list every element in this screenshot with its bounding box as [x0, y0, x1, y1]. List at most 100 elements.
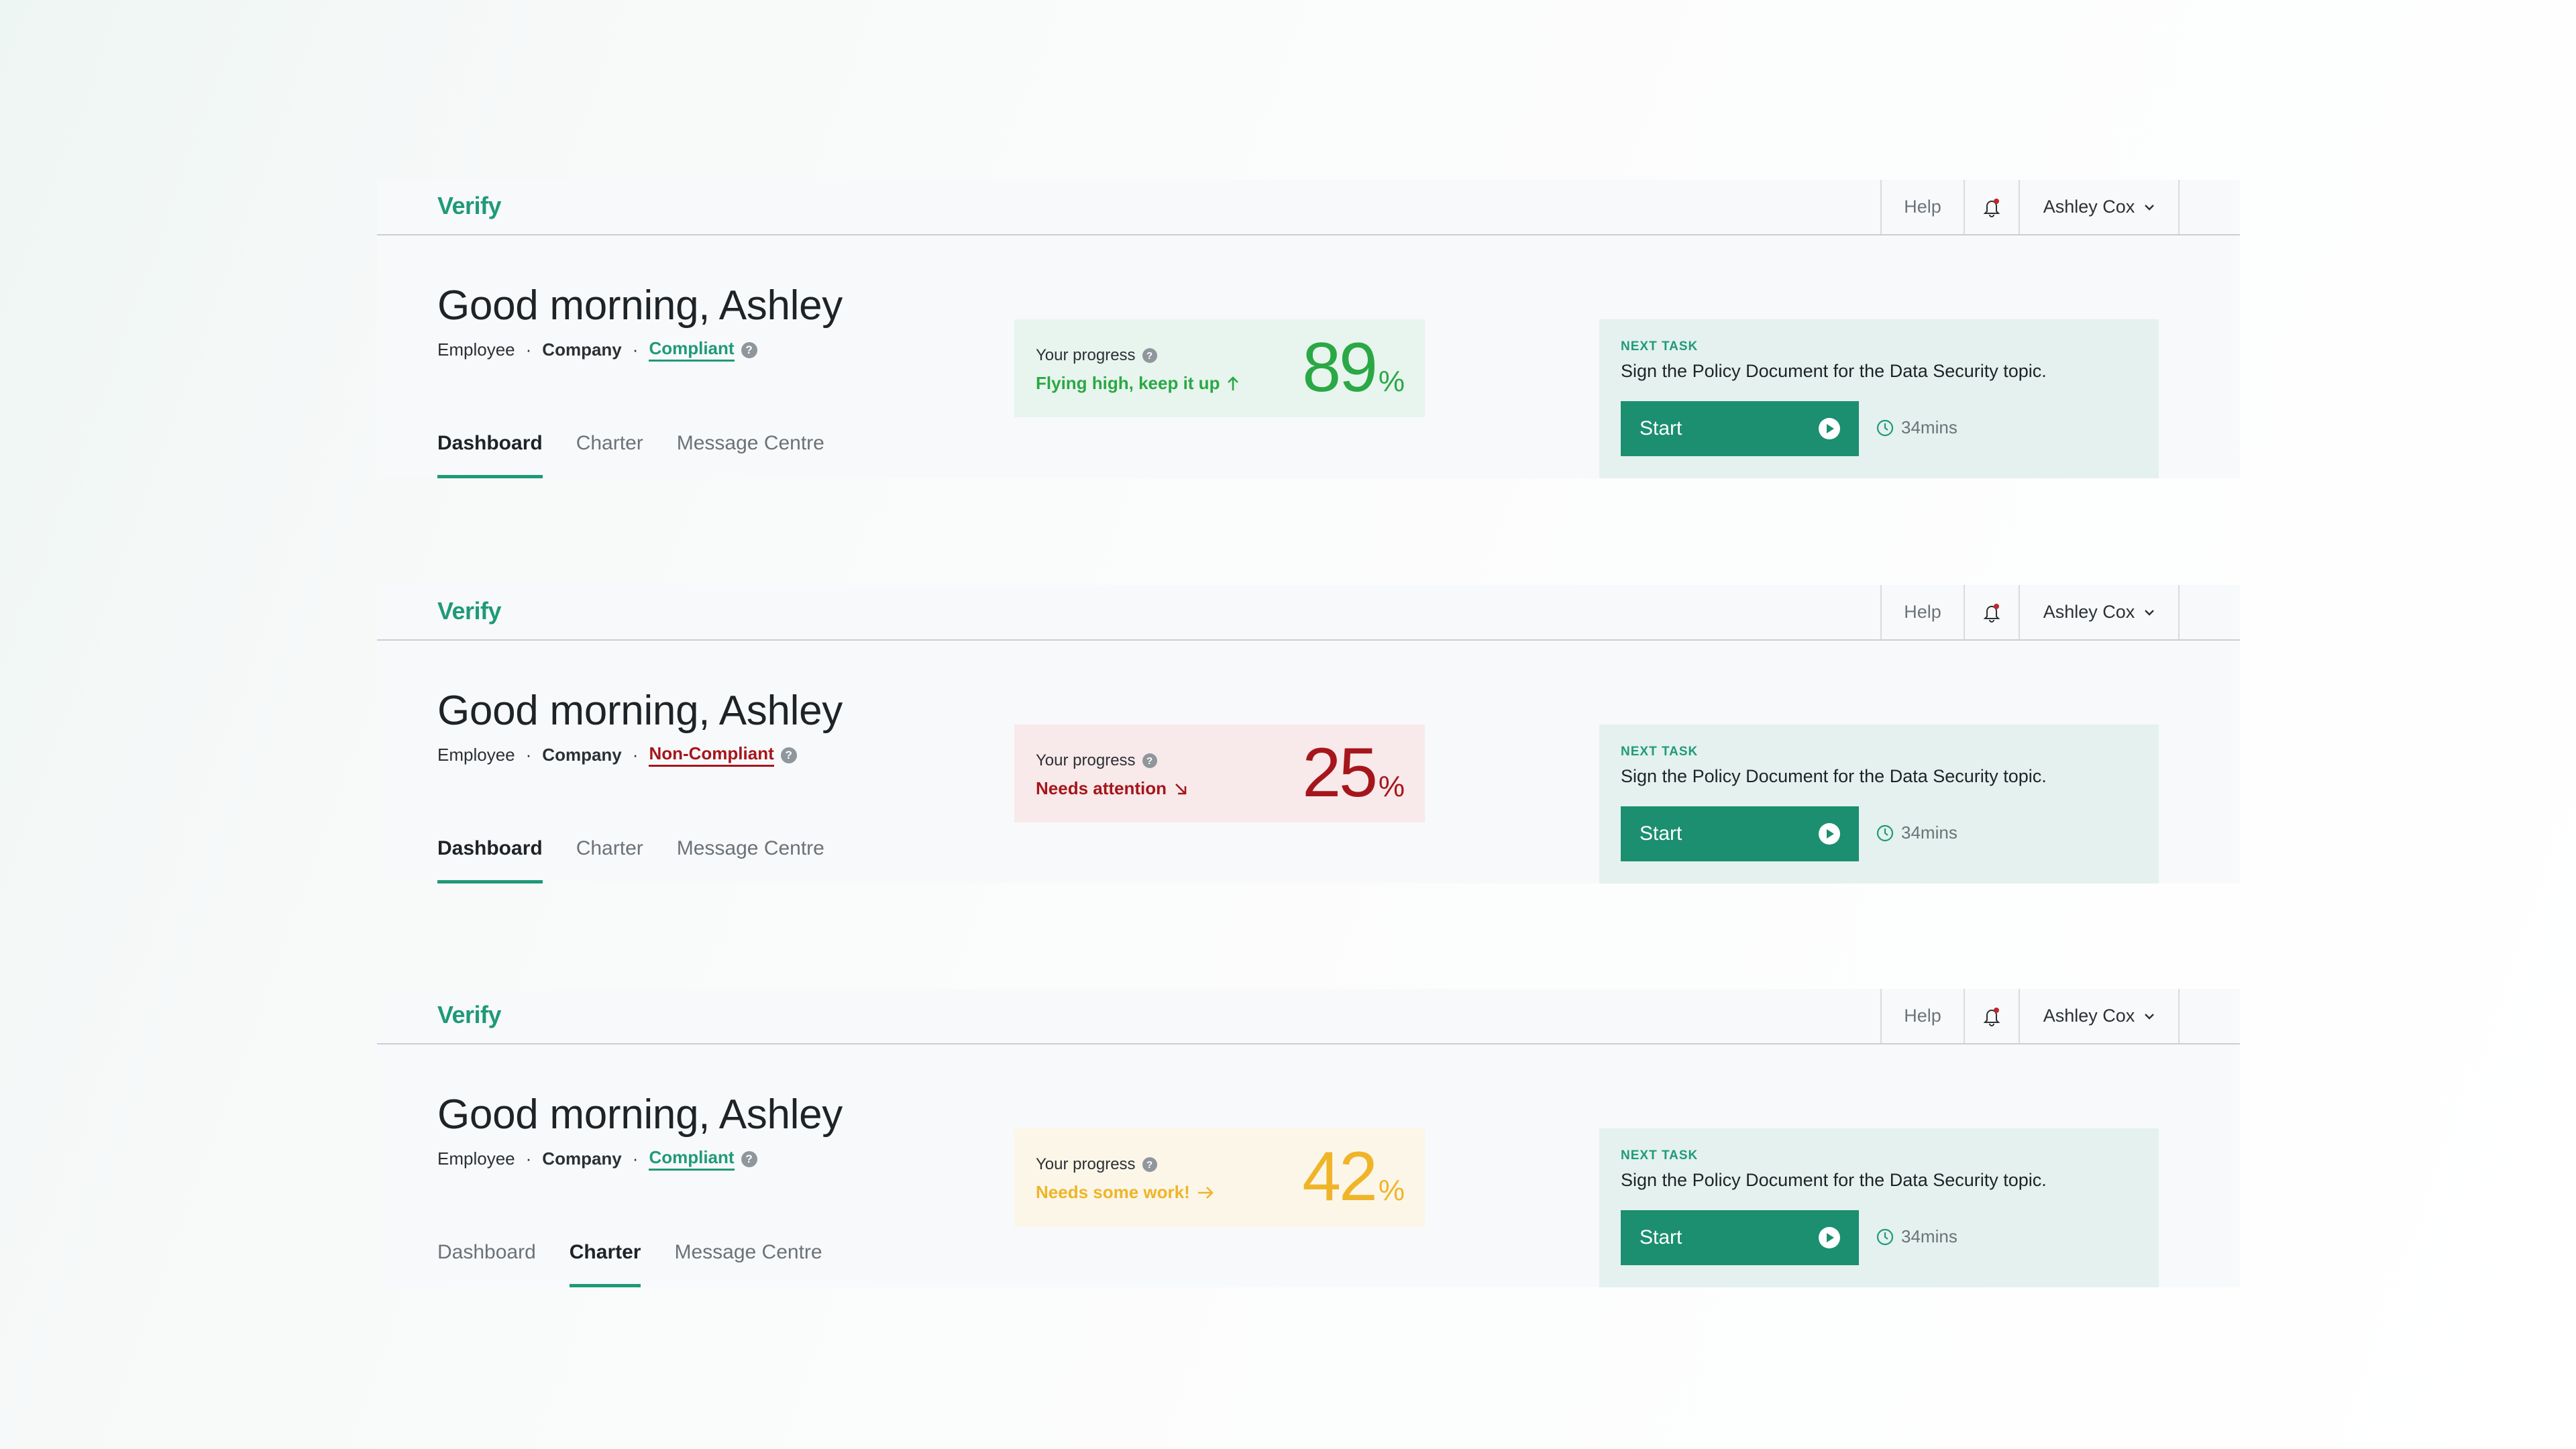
- tab-dashboard[interactable]: Dashboard: [437, 837, 543, 883]
- compliance-status-link[interactable]: Non-Compliant: [649, 743, 774, 767]
- user-menu[interactable]: Ashley Cox: [2020, 180, 2178, 234]
- page-greeting: Good morning, Ashley: [437, 1091, 843, 1138]
- duration-text: 34mins: [1901, 1226, 1957, 1246]
- chevron-down-icon: [2145, 609, 2155, 616]
- help-link[interactable]: Help: [1882, 180, 1965, 234]
- progress-message: Flying high, keep it up: [1036, 373, 1220, 393]
- user-meta: Employee · Company · Compliant ?: [437, 1147, 757, 1171]
- progress-message-row: Needs attention: [1036, 778, 1188, 799]
- user-meta: Employee · Company · Non-Compliant ?: [437, 743, 797, 767]
- dashboard-header-panel: Verify Help Ashley Cox Good morning, Ash…: [377, 585, 2240, 883]
- user-name: Ashley Cox: [2043, 602, 2135, 622]
- question-icon[interactable]: ?: [1142, 753, 1157, 768]
- progress-percentage: 25%: [1302, 738, 1405, 808]
- top-navbar: Verify Help Ashley Cox: [377, 989, 2240, 1044]
- main-tabs: Dashboard Charter Message Centre: [437, 1241, 822, 1287]
- start-task-button[interactable]: Start: [1621, 806, 1859, 861]
- arrow-up-icon: [1228, 376, 1239, 390]
- user-company: Company: [542, 1148, 622, 1169]
- progress-label-row: Your progress ?: [1036, 751, 1157, 770]
- play-icon: [1819, 823, 1840, 845]
- user-name: Ashley Cox: [2043, 197, 2135, 217]
- tab-message-centre[interactable]: Message Centre: [674, 1241, 822, 1287]
- clock-icon: [1876, 824, 1894, 841]
- tab-dashboard[interactable]: Dashboard: [437, 1241, 536, 1287]
- progress-card: Your progress ? Needs attention 25%: [1014, 724, 1425, 822]
- duration-text: 34mins: [1901, 822, 1957, 843]
- next-task-caption: NEXT TASK: [1621, 745, 1699, 759]
- page-greeting: Good morning, Ashley: [437, 688, 843, 734]
- next-task-description: Sign the Policy Document for the Data Se…: [1621, 1170, 2047, 1190]
- tab-message-centre[interactable]: Message Centre: [677, 432, 824, 478]
- play-icon: [1819, 1227, 1840, 1248]
- question-icon[interactable]: ?: [741, 1150, 757, 1167]
- next-task-card: NEXT TASK Sign the Policy Document for t…: [1599, 724, 2159, 883]
- question-icon[interactable]: ?: [1142, 1157, 1157, 1172]
- next-task-caption: NEXT TASK: [1621, 339, 1699, 354]
- start-task-button[interactable]: Start: [1621, 401, 1859, 456]
- compliance-status-link[interactable]: Compliant: [649, 1147, 735, 1171]
- user-role: Employee: [437, 745, 515, 765]
- help-link[interactable]: Help: [1882, 989, 1965, 1043]
- start-button-label: Start: [1640, 822, 1682, 845]
- verify-logo[interactable]: Verify: [437, 1001, 502, 1029]
- question-icon[interactable]: ?: [1142, 348, 1157, 363]
- nav-right-group: Help Ashley Cox: [1880, 585, 2180, 639]
- verify-logo[interactable]: Verify: [437, 192, 502, 220]
- user-role: Employee: [437, 339, 515, 360]
- question-icon[interactable]: ?: [780, 747, 797, 763]
- progress-message: Needs attention: [1036, 778, 1167, 798]
- chevron-down-icon: [2145, 204, 2155, 211]
- nav-right-group: Help Ashley Cox: [1880, 180, 2180, 234]
- start-task-button[interactable]: Start: [1621, 1210, 1859, 1265]
- tab-message-centre[interactable]: Message Centre: [677, 837, 824, 883]
- percent-sign: %: [1378, 365, 1405, 398]
- progress-message-row: Flying high, keep it up: [1036, 373, 1240, 394]
- separator-dot: ·: [632, 1148, 639, 1169]
- start-button-label: Start: [1640, 1226, 1682, 1248]
- next-task-card: NEXT TASK Sign the Policy Document for t…: [1599, 1128, 2159, 1287]
- task-duration: 34mins: [1876, 1226, 1957, 1247]
- tab-charter[interactable]: Charter: [569, 1241, 641, 1287]
- tab-charter[interactable]: Charter: [576, 837, 643, 883]
- user-menu[interactable]: Ashley Cox: [2020, 585, 2178, 639]
- next-task-description: Sign the Policy Document for the Data Se…: [1621, 766, 2047, 786]
- duration-text: 34mins: [1901, 417, 1957, 437]
- verify-logo[interactable]: Verify: [437, 597, 502, 625]
- progress-message-row: Needs some work!: [1036, 1182, 1214, 1203]
- user-name: Ashley Cox: [2043, 1006, 2135, 1026]
- top-navbar: Verify Help Ashley Cox: [377, 180, 2240, 235]
- progress-percentage: 42%: [1302, 1142, 1405, 1212]
- separator-dot: ·: [632, 745, 639, 765]
- compliance-status-link[interactable]: Compliant: [649, 338, 735, 362]
- question-icon[interactable]: ?: [741, 341, 757, 358]
- next-task-description: Sign the Policy Document for the Data Se…: [1621, 361, 2047, 381]
- separator-dot: ·: [525, 1148, 532, 1169]
- clock-icon: [1876, 419, 1894, 436]
- page-greeting: Good morning, Ashley: [437, 282, 843, 329]
- start-button-label: Start: [1640, 417, 1682, 439]
- user-meta: Employee · Company · Compliant ?: [437, 338, 757, 362]
- next-task-card: NEXT TASK Sign the Policy Document for t…: [1599, 319, 2159, 478]
- main-tabs: Dashboard Charter Message Centre: [437, 837, 824, 883]
- task-duration: 34mins: [1876, 417, 1957, 438]
- tab-charter[interactable]: Charter: [576, 432, 643, 478]
- tab-dashboard[interactable]: Dashboard: [437, 432, 543, 478]
- user-role: Employee: [437, 1148, 515, 1169]
- notifications-button[interactable]: [1965, 989, 2020, 1043]
- next-task-caption: NEXT TASK: [1621, 1148, 1699, 1163]
- play-icon: [1819, 418, 1840, 439]
- arrow-down-right-icon: [1175, 783, 1187, 794]
- user-menu[interactable]: Ashley Cox: [2020, 989, 2178, 1043]
- bell-icon: [1983, 1007, 2000, 1026]
- arrow-right-icon: [1197, 1186, 1214, 1199]
- notifications-button[interactable]: [1965, 585, 2020, 639]
- main-tabs: Dashboard Charter Message Centre: [437, 432, 824, 478]
- progress-label: Your progress: [1036, 346, 1136, 364]
- separator-dot: ·: [525, 745, 532, 765]
- task-duration: 34mins: [1876, 822, 1957, 843]
- notifications-button[interactable]: [1965, 180, 2020, 234]
- progress-value: 25: [1302, 734, 1378, 812]
- help-link[interactable]: Help: [1882, 585, 1965, 639]
- progress-card: Your progress ? Flying high, keep it up …: [1014, 319, 1425, 417]
